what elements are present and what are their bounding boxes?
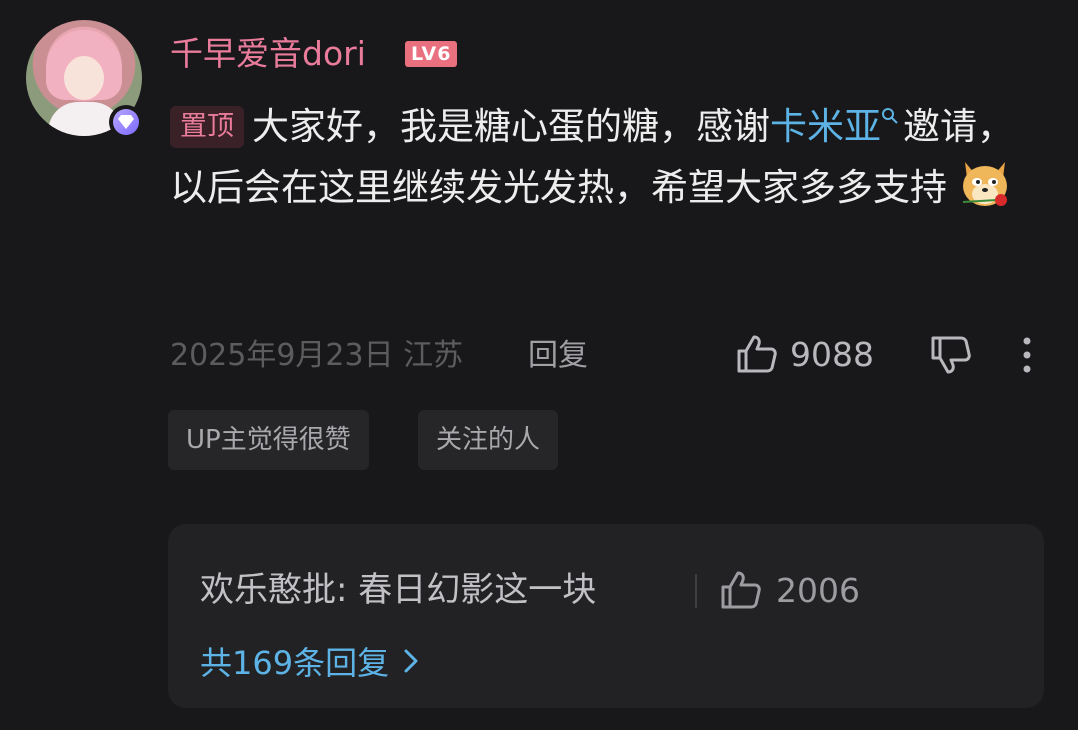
tag-followed-people[interactable]: 关注的人: [418, 410, 559, 470]
pinned-badge: 置顶: [170, 106, 244, 148]
divider: [695, 574, 697, 608]
tag-up-liked[interactable]: UP主觉得很赞: [168, 410, 369, 470]
doge-rose-emoji: [962, 162, 1007, 206]
chevron-right-icon: [404, 649, 418, 673]
sub-reply-text: 欢乐憨批: 春日幻影这一块: [200, 570, 597, 610]
sub-reply-like-button[interactable]: 2006: [720, 570, 860, 610]
thumbs-up-icon: [721, 571, 761, 609]
more-options-button[interactable]: [1022, 336, 1032, 378]
sub-reply-box[interactable]: 欢乐憨批: 春日幻影这一块 2006 共169条回复: [168, 524, 1044, 708]
vip-badge: [109, 105, 143, 139]
avatar-face: [64, 56, 104, 100]
thumbs-down-icon: [931, 336, 971, 374]
like-button[interactable]: 9088: [736, 334, 874, 374]
comment-content: 置顶 大家好，我是糖心蛋的糖，感谢卡米亚 邀请，以后会在这里继续发光发热，希望大家多…: [170, 98, 1020, 217]
username[interactable]: 千早爱音dori: [170, 34, 366, 74]
comment-text-part1: 大家好，我是糖心蛋的糖，感谢: [252, 105, 770, 148]
view-all-replies-label: 共169条回复: [200, 644, 390, 682]
like-count: 9088: [790, 334, 874, 374]
diamond-icon: [113, 109, 139, 135]
dislike-button[interactable]: [930, 334, 972, 380]
view-all-replies-link[interactable]: 共169条回复: [200, 638, 419, 684]
comment-meta: 2025年9月23日 江苏: [170, 338, 464, 373]
search-icon[interactable]: [881, 107, 899, 125]
sub-reply-like-count: 2006: [776, 570, 860, 610]
more-vertical-icon: [1023, 337, 1031, 373]
mention-link[interactable]: 卡米亚: [770, 105, 881, 148]
level-badge: LV6: [405, 41, 458, 67]
thumbs-up-icon: [737, 335, 777, 373]
reply-button[interactable]: 回复: [528, 336, 588, 376]
